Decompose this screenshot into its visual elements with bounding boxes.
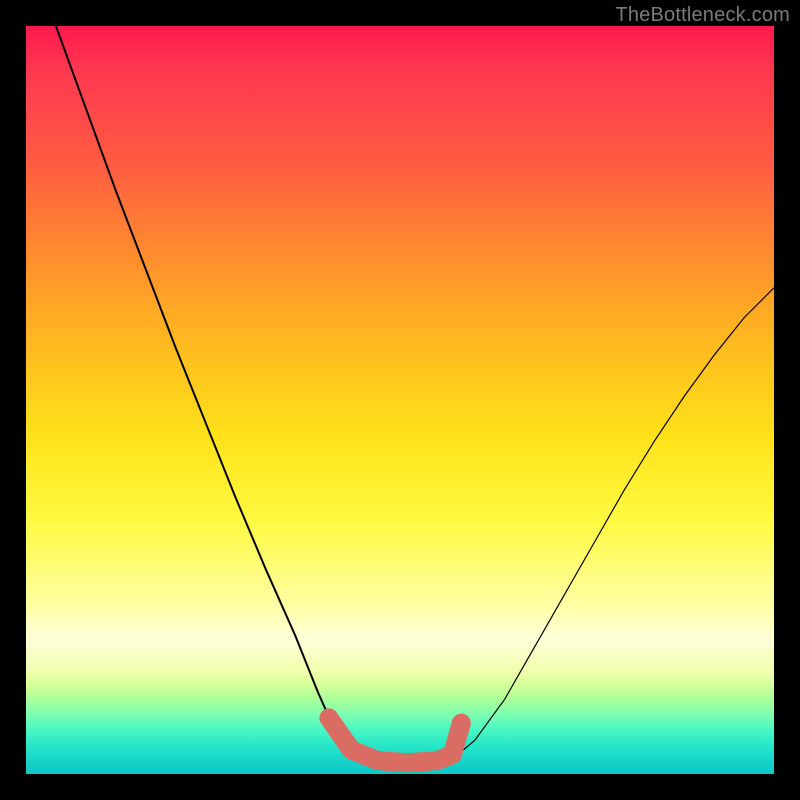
- curve-left: [56, 26, 363, 759]
- outer-frame: TheBottleneck.com: [0, 0, 800, 800]
- watermark-text: TheBottleneck.com: [615, 4, 790, 27]
- plot-area: [26, 26, 774, 774]
- curve-right: [452, 288, 774, 759]
- highlight-sausage: [329, 718, 461, 763]
- curve-layer: [26, 26, 774, 774]
